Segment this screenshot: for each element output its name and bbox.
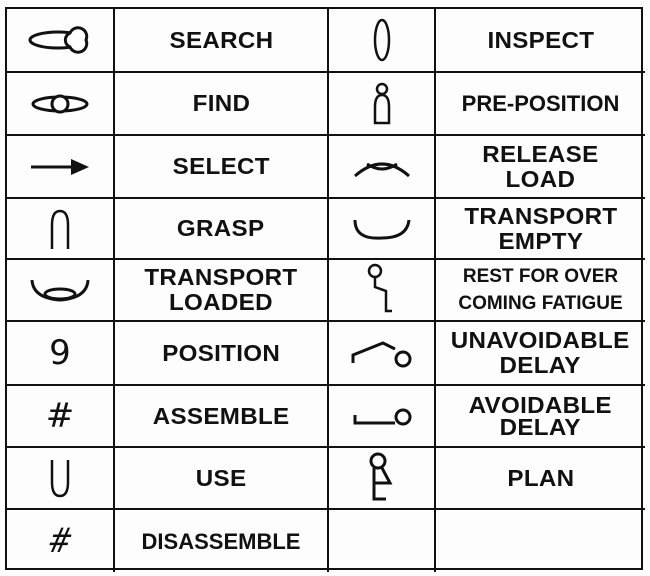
label-cell-disassemble: DISASSEMBLE xyxy=(115,510,329,572)
label-transport-loaded-line2: LOADED xyxy=(169,289,273,315)
therblig-table: SEARCH INSPECT FIND PRE-POSITION SELECT xyxy=(5,7,645,572)
label-unavoidable-delay-line2: DELAY xyxy=(499,352,582,378)
label-position: POSITION xyxy=(162,339,280,366)
empty-label-cell xyxy=(436,510,645,572)
transport-loaded-icon xyxy=(30,279,90,302)
label-transport-empty-line2: EMPTY xyxy=(498,227,583,254)
label-cell-inspect: INSPECT xyxy=(436,9,645,73)
find-icon xyxy=(31,94,89,113)
select-arrow-icon xyxy=(31,158,89,175)
symbol-cell-plan xyxy=(329,448,436,510)
symbol-cell-position: 9 xyxy=(7,322,115,386)
label-cell-transport-loaded: TRANSPORT LOADED xyxy=(115,260,329,322)
avoidable-delay-icon xyxy=(353,408,411,426)
label-cell-position: POSITION xyxy=(115,322,329,386)
label-cell-find: FIND xyxy=(115,73,329,136)
symbol-cell-select xyxy=(7,136,115,199)
disassemble-icon: # xyxy=(43,521,77,561)
grasp-icon xyxy=(50,209,70,249)
pre-position-icon xyxy=(373,82,390,124)
label-transport-loaded: TRANSPORT LOADED xyxy=(144,265,297,315)
rest-icon xyxy=(367,263,392,313)
plan-icon xyxy=(369,452,392,501)
label-cell-select: SELECT xyxy=(115,136,329,199)
label-cell-rest: REST FOR OVER COMING FATIGUE xyxy=(436,260,645,322)
transport-empty-icon xyxy=(353,219,410,240)
label-transport-empty-line1: TRANSPORT xyxy=(463,202,618,229)
unavoidable-delay-icon xyxy=(351,341,411,368)
label-release-load-line2: LOAD xyxy=(505,165,576,192)
label-transport-empty: TRANSPORT EMPTY xyxy=(463,202,618,254)
symbol-cell-transport-empty xyxy=(329,199,436,260)
search-icon xyxy=(28,26,89,54)
label-rest-line2: COMING FATIGUE xyxy=(458,293,623,314)
symbol-cell-release-load xyxy=(329,136,436,199)
label-use: USE xyxy=(195,464,247,491)
label-avoidable-delay-line2: DELAY xyxy=(499,414,582,440)
symbol-cell-inspect xyxy=(329,9,436,73)
label-cell-plan: PLAN xyxy=(436,448,645,510)
label-select: SELECT xyxy=(172,153,270,179)
release-load-icon xyxy=(353,162,410,177)
empty-symbol-cell xyxy=(329,510,436,572)
label-unavoidable-delay-line1: UNAVOIDABLE xyxy=(451,327,630,353)
label-search: SEARCH xyxy=(169,26,273,53)
label-assemble: ASSEMBLE xyxy=(152,402,290,429)
label-plan: PLAN xyxy=(506,464,575,491)
label-disassemble: DISASSEMBLE xyxy=(141,528,301,554)
label-unavoidable-delay: UNAVOIDABLE DELAY xyxy=(451,328,630,378)
assemble-icon: # xyxy=(45,396,75,436)
symbol-cell-avoidable-delay xyxy=(329,386,436,448)
label-cell-assemble: ASSEMBLE xyxy=(115,386,329,448)
label-cell-release-load: RELEASE LOAD xyxy=(436,136,645,199)
use-icon xyxy=(50,460,70,498)
label-cell-search: SEARCH xyxy=(115,9,329,73)
label-release-load-line1: RELEASE xyxy=(482,140,599,167)
symbol-cell-rest xyxy=(329,260,436,322)
label-rest: REST FOR OVER COMING FATIGUE xyxy=(458,263,622,317)
label-avoidable-delay: AVOIDABLE DELAY xyxy=(469,394,612,440)
symbol-cell-unavoidable-delay xyxy=(329,322,436,386)
symbol-cell-find xyxy=(7,73,115,136)
label-find: FIND xyxy=(192,90,250,116)
symbol-cell-use xyxy=(7,448,115,510)
label-pre-position: PRE-POSITION xyxy=(461,91,620,116)
label-cell-transport-empty: TRANSPORT EMPTY xyxy=(436,199,645,260)
label-cell-unavoidable-delay: UNAVOIDABLE DELAY xyxy=(436,322,645,386)
position-icon: 9 xyxy=(49,333,71,373)
label-cell-avoidable-delay: AVOIDABLE DELAY xyxy=(436,386,645,448)
label-rest-line1: REST FOR OVER xyxy=(462,266,619,287)
symbol-cell-grasp xyxy=(7,199,115,260)
label-cell-use: USE xyxy=(115,448,329,510)
label-cell-pre-position: PRE-POSITION xyxy=(436,73,645,136)
symbol-cell-pre-position xyxy=(329,73,436,136)
symbol-cell-search xyxy=(7,9,115,73)
label-release-load: RELEASE LOAD xyxy=(482,140,599,192)
symbol-cell-assemble: # xyxy=(7,386,115,448)
label-transport-loaded-line1: TRANSPORT xyxy=(144,264,298,290)
label-grasp: GRASP xyxy=(177,215,265,241)
symbol-cell-transport-loaded xyxy=(7,260,115,322)
symbol-cell-disassemble: # xyxy=(7,510,115,572)
inspect-icon xyxy=(373,18,390,62)
label-inspect: INSPECT xyxy=(487,26,594,53)
label-cell-grasp: GRASP xyxy=(115,199,329,260)
